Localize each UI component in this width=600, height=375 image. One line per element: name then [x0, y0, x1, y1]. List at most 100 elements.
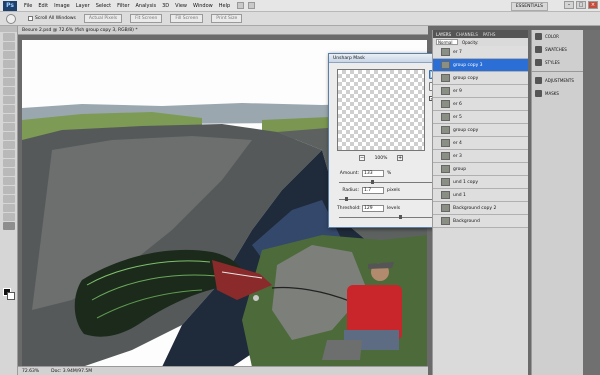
- threshold-input[interactable]: 129: [362, 205, 384, 212]
- print-size-button[interactable]: Print Size: [211, 14, 243, 23]
- minibridge-icon[interactable]: [248, 2, 256, 9]
- dock-adjustments[interactable]: ADJUSTMENTS: [532, 74, 583, 87]
- fill-screen-button[interactable]: Fill Screen: [170, 14, 204, 23]
- menu-layer[interactable]: Layer: [73, 3, 93, 9]
- layer-row[interactable]: er 9: [433, 85, 528, 98]
- layer-row[interactable]: group: [433, 163, 528, 176]
- filter-preview[interactable]: [337, 69, 425, 151]
- actual-pixels-button[interactable]: Actual Pixels: [83, 14, 123, 23]
- amount-input[interactable]: 133: [362, 170, 384, 177]
- layer-options: Normal Opacity:: [433, 38, 528, 46]
- type-tool-icon[interactable]: [3, 168, 15, 176]
- blend-mode-select[interactable]: Normal: [436, 39, 458, 45]
- bridge-icon[interactable]: [237, 2, 245, 9]
- layer-list: er 7 group copy 3 group copy er 9 er 6 er 5 gr…: [433, 46, 528, 228]
- menu-filter[interactable]: Filter: [114, 3, 132, 9]
- marquee-tool-icon[interactable]: [3, 42, 15, 50]
- brush-tool-icon[interactable]: [3, 96, 15, 104]
- options-bar: Scroll All Windows Actual Pixels Fit Scr…: [0, 12, 600, 26]
- layer-row[interactable]: und 1 copy: [433, 176, 528, 189]
- zoom-in-icon[interactable]: +: [397, 155, 403, 161]
- doc-size[interactable]: Doc: 3.94M/97.5M: [51, 369, 92, 374]
- layer-row[interactable]: group copy: [433, 72, 528, 85]
- layer-name: group copy: [453, 75, 479, 81]
- dock-swatches[interactable]: SWATCHES: [532, 43, 583, 56]
- zoom-out-icon[interactable]: −: [359, 155, 365, 161]
- layer-row[interactable]: er 5: [433, 111, 528, 124]
- dialog-title: Unsharp Mask: [333, 55, 365, 61]
- zoom-tool-icon[interactable]: [3, 222, 15, 230]
- menu-view[interactable]: View: [172, 3, 190, 9]
- gradient-tool-icon[interactable]: [3, 132, 15, 140]
- eraser-tool-icon[interactable]: [3, 123, 15, 131]
- layer-row[interactable]: group copy: [433, 124, 528, 137]
- layers-panel: LAYERS CHANNELS PATHS Normal Opacity: er…: [432, 30, 528, 375]
- lasso-tool-icon[interactable]: [3, 51, 15, 59]
- dock-masks[interactable]: MASKS: [532, 87, 583, 100]
- radius-input[interactable]: 1.7: [362, 187, 384, 194]
- menu-file[interactable]: File: [21, 3, 35, 9]
- layer-row[interactable]: group copy 3: [433, 59, 528, 72]
- hand-tool-icon[interactable]: [3, 213, 15, 221]
- layer-name: Background copy 2: [453, 205, 497, 211]
- threshold-slider-thumb[interactable]: [399, 215, 402, 219]
- 3d-rotate-tool-icon[interactable]: [3, 195, 15, 203]
- layer-thumbnail: [441, 74, 450, 82]
- amount-unit: %: [387, 171, 392, 176]
- layer-thumbnail: [441, 217, 450, 225]
- close-icon[interactable]: ×: [588, 1, 598, 9]
- path-select-tool-icon[interactable]: [3, 177, 15, 185]
- tab-paths[interactable]: PATHS: [483, 32, 496, 37]
- shape-tool-icon[interactable]: [3, 186, 15, 194]
- document-tab[interactable]: Besure 2.psd @ 72.6% (fish group copy 3,…: [18, 26, 428, 35]
- background-color-swatch[interactable]: [7, 292, 15, 300]
- layer-row[interactable]: Background copy 2: [433, 202, 528, 215]
- history-brush-tool-icon[interactable]: [3, 114, 15, 122]
- healing-tool-icon[interactable]: [3, 87, 15, 95]
- zoom-tool-icon[interactable]: [6, 13, 16, 24]
- layer-row[interactable]: er 6: [433, 98, 528, 111]
- layer-row[interactable]: er 7: [433, 46, 528, 59]
- dock-swatches-label: SWATCHES: [545, 47, 567, 52]
- layer-row[interactable]: und 1: [433, 189, 528, 202]
- tab-channels[interactable]: CHANNELS: [456, 32, 478, 37]
- maximize-icon[interactable]: □: [576, 1, 586, 9]
- clone-stamp-tool-icon[interactable]: [3, 105, 15, 113]
- radius-label: Radius:: [342, 188, 359, 193]
- scroll-all-checkbox[interactable]: [28, 16, 33, 21]
- tab-layers[interactable]: LAYERS: [436, 32, 451, 37]
- dock-color[interactable]: COLOR: [532, 30, 583, 43]
- blur-tool-icon[interactable]: [3, 141, 15, 149]
- move-tool-icon[interactable]: [3, 33, 15, 41]
- dodge-tool-icon[interactable]: [3, 150, 15, 158]
- zoom-level[interactable]: 72.63%: [22, 369, 39, 374]
- dock-adjustments-label: ADJUSTMENTS: [545, 78, 574, 83]
- 3d-orbit-tool-icon[interactable]: [3, 204, 15, 212]
- menu-image[interactable]: Image: [51, 3, 73, 9]
- layer-name: er 4: [453, 140, 462, 146]
- styles-icon: [535, 59, 542, 66]
- menu-analysis[interactable]: Analysis: [133, 3, 160, 9]
- menu-bar: Ps File Edit Image Layer Select Filter A…: [0, 0, 600, 12]
- menu-help[interactable]: Help: [216, 3, 233, 9]
- fit-screen-button[interactable]: Fit Screen: [130, 14, 163, 23]
- menu-select[interactable]: Select: [93, 3, 114, 9]
- adjustments-icon: [535, 77, 542, 84]
- layer-row[interactable]: Background: [433, 215, 528, 228]
- quick-select-tool-icon[interactable]: [3, 60, 15, 68]
- tools-panel-header[interactable]: [0, 26, 17, 32]
- minimize-icon[interactable]: –: [564, 1, 574, 9]
- threshold-unit: levels: [387, 206, 401, 211]
- menu-3d[interactable]: 3D: [159, 3, 172, 9]
- amount-slider-thumb[interactable]: [371, 180, 375, 184]
- crop-tool-icon[interactable]: [3, 69, 15, 77]
- workspace-switcher[interactable]: ESSENTIALS: [510, 2, 548, 11]
- layer-row[interactable]: er 3: [433, 150, 528, 163]
- menu-window[interactable]: Window: [190, 3, 216, 9]
- menu-edit[interactable]: Edit: [35, 3, 51, 9]
- pen-tool-icon[interactable]: [3, 159, 15, 167]
- radius-slider-thumb[interactable]: [345, 197, 348, 201]
- dock-styles[interactable]: STYLES: [532, 56, 583, 69]
- eyedropper-tool-icon[interactable]: [3, 78, 15, 86]
- layer-row[interactable]: er 4: [433, 137, 528, 150]
